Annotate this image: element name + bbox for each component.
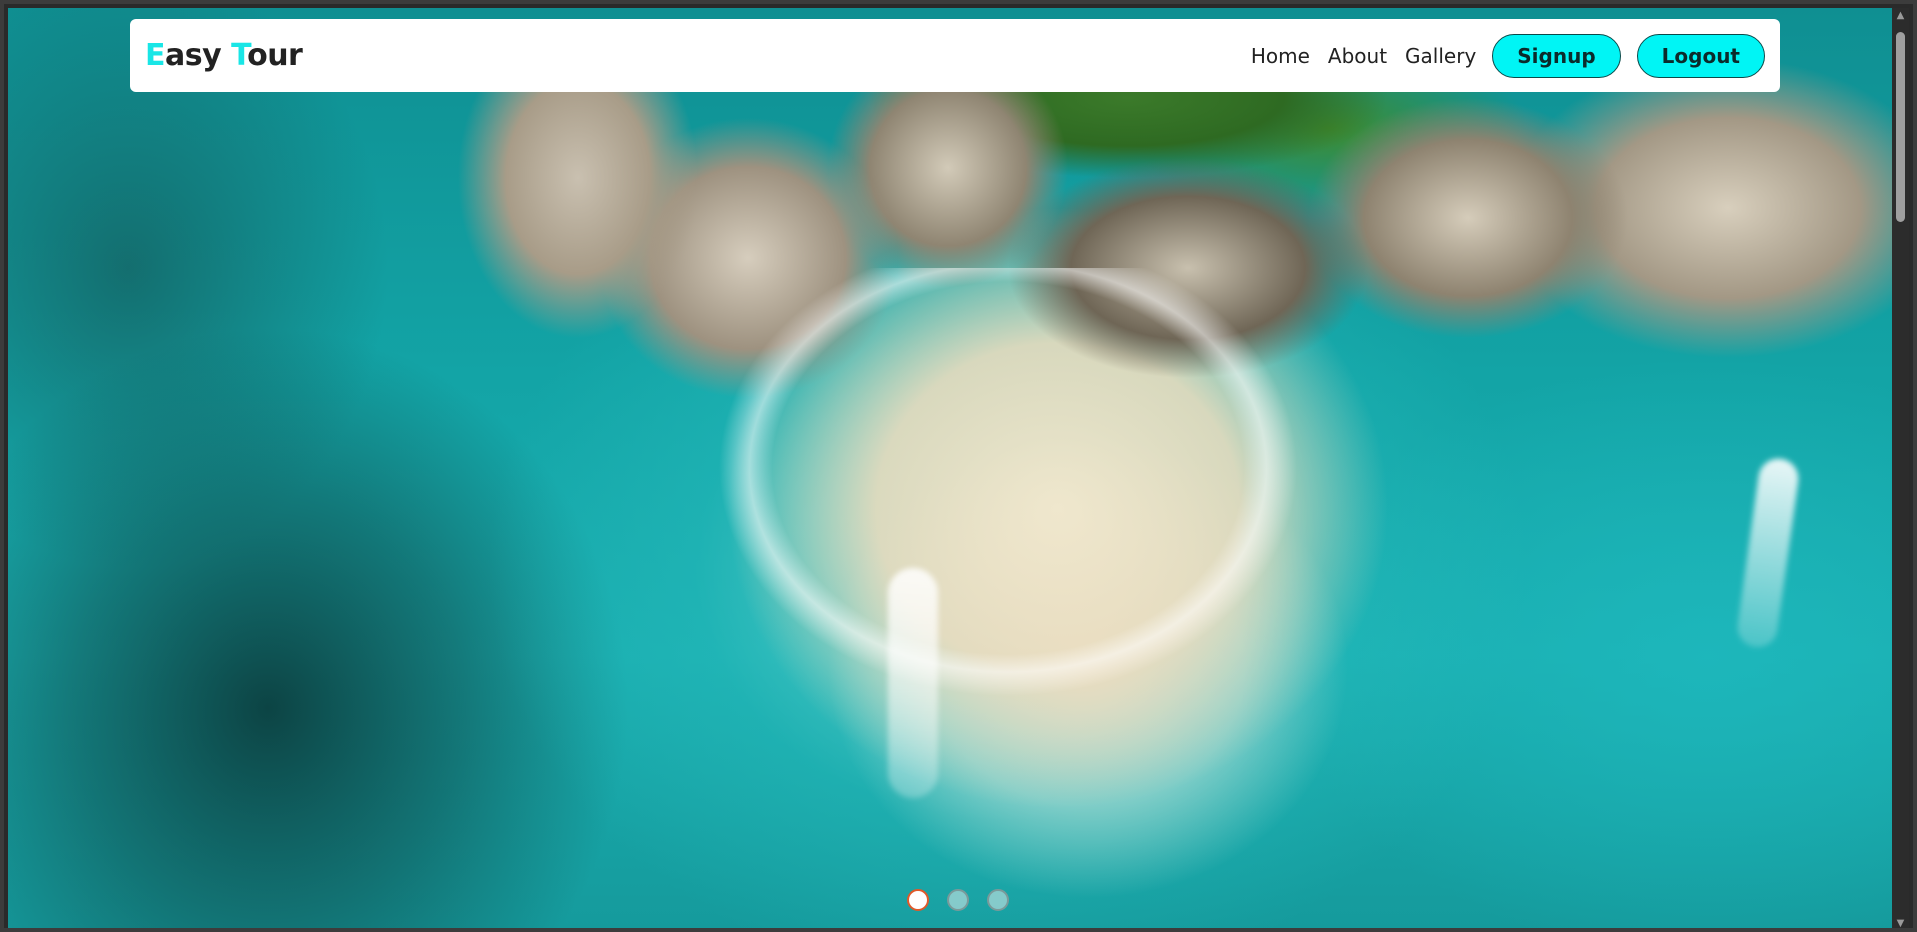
carousel-dot-2[interactable]: [947, 889, 969, 911]
logo-text-our: our: [247, 38, 303, 73]
logo-letter-e: E: [145, 38, 166, 73]
wave-left: [888, 568, 938, 798]
scroll-up-arrow-icon[interactable]: ▲: [1892, 8, 1909, 24]
surf-ring: [528, 268, 1428, 788]
scroll-thumb[interactable]: [1896, 32, 1905, 222]
carousel-dot-1[interactable]: [907, 889, 929, 911]
carousel-indicators: [907, 889, 1027, 911]
logo-text-asy: asy: [165, 38, 232, 73]
browser-viewport: Easy Tour Home About Gallery Signup Logo…: [0, 0, 1917, 932]
nav-menu: Home About Gallery Signup Logout: [1251, 33, 1765, 78]
navbar: Easy Tour Home About Gallery Signup Logo…: [130, 19, 1780, 92]
signup-button[interactable]: Signup: [1492, 33, 1621, 78]
carousel-dot-3[interactable]: [987, 889, 1009, 911]
vertical-scrollbar[interactable]: ▲ ▼: [1892, 8, 1909, 928]
scroll-down-arrow-icon[interactable]: ▼: [1892, 916, 1909, 928]
hero-background-image: [8, 8, 1900, 928]
logout-button[interactable]: Logout: [1636, 33, 1765, 78]
logo-letter-t: T: [231, 38, 248, 73]
nav-link-about[interactable]: About: [1328, 44, 1387, 68]
site-logo[interactable]: Easy Tour: [145, 38, 303, 73]
nav-link-home[interactable]: Home: [1251, 44, 1310, 68]
nav-link-gallery[interactable]: Gallery: [1405, 44, 1476, 68]
